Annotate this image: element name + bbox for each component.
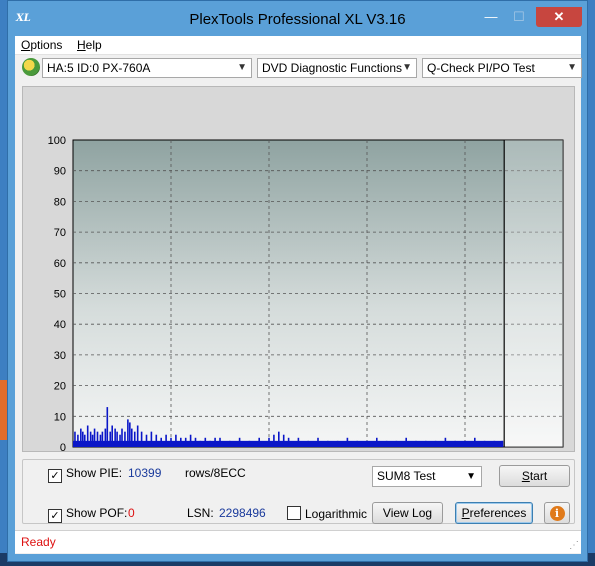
drive-disc-icon <box>22 58 40 76</box>
y-tick-label: 70 <box>54 227 66 239</box>
y-tick-label: 100 <box>48 135 66 147</box>
lsn-label: LSN: <box>187 506 214 520</box>
menu-help[interactable]: Help <box>77 38 102 52</box>
status-text: Ready <box>21 535 56 549</box>
chevron-down-icon: ▼ <box>237 62 247 73</box>
menu-options-label: ptions <box>30 38 63 52</box>
show-poe-check[interactable]: ✓ <box>48 509 62 523</box>
preferences-accel: P <box>461 506 470 520</box>
sum8-test-select[interactable]: SUM8 Test ▼ <box>372 466 482 487</box>
logarithmic-checkbox[interactable]: Logarithmic <box>287 506 367 521</box>
status-bar: Ready ⋰ <box>15 530 581 553</box>
app-window: XL PlexTools Professional XL V3.16 — ☐ ✕… <box>7 0 588 562</box>
info-button[interactable]: i <box>544 502 570 524</box>
chart-frame: 0102030405060708090100012345 <box>22 86 575 452</box>
start-accel: S <box>521 469 530 483</box>
view-log-button[interactable]: View Log <box>372 502 443 524</box>
function-select-value: DVD Diagnostic Functions <box>262 61 403 75</box>
drive-select-value: HA:5 ID:0 PX-760A <box>47 61 151 75</box>
drive-select[interactable]: HA:5 ID:0 PX-760A ▼ <box>42 58 252 78</box>
menu-options[interactable]: Options <box>21 38 62 52</box>
show-pie-label: Show PIE: <box>66 466 123 480</box>
close-button[interactable]: ✕ <box>536 7 582 27</box>
title-bar[interactable]: XL PlexTools Professional XL V3.16 — ☐ ✕ <box>8 1 587 37</box>
start-label: tart <box>529 469 548 483</box>
menu-help-accel: H <box>77 38 86 52</box>
maximize-button[interactable]: ☐ <box>506 7 532 27</box>
show-pie-check[interactable]: ✓ <box>48 469 62 483</box>
function-select[interactable]: DVD Diagnostic Functions ▼ <box>257 58 417 78</box>
preferences-label: references <box>469 506 527 520</box>
show-poe-label: Show POF: <box>66 506 128 520</box>
test-select[interactable]: Q-Check PI/PO Test ▼ <box>422 58 582 78</box>
y-tick-label: 40 <box>54 319 66 331</box>
logarithmic-label: Logarithmic <box>305 507 368 521</box>
y-tick-label: 60 <box>54 258 66 270</box>
y-tick-label: 80 <box>54 196 66 208</box>
show-pie-checkbox[interactable]: ✓ Show PIE: <box>48 466 122 483</box>
logarithmic-check[interactable] <box>287 506 301 520</box>
y-tick-label: 50 <box>54 289 66 301</box>
client-area: Options Help HA:5 ID:0 PX-760A ▼ DVD Dia… <box>15 36 582 554</box>
preferences-button[interactable]: Preferences <box>455 502 533 524</box>
start-button[interactable]: Start <box>499 465 570 487</box>
menu-options-accel: O <box>21 38 31 52</box>
pi-po-chart: 0102030405060708090100012345 <box>48 135 564 451</box>
show-poe-checkbox[interactable]: ✓ Show POF: <box>48 506 127 523</box>
resize-grip-icon[interactable]: ⋰ <box>569 540 579 551</box>
pie-unit: rows/8ECC <box>185 466 246 480</box>
unused-area <box>504 140 563 447</box>
chevron-down-icon: ▼ <box>466 471 476 482</box>
poe-value: 0 <box>128 506 135 520</box>
sum8-test-value: SUM8 Test <box>377 469 436 483</box>
menu-help-label: elp <box>85 38 102 52</box>
y-tick-label: 90 <box>54 166 66 178</box>
info-icon: i <box>549 506 565 521</box>
pi-base-band <box>72 440 504 447</box>
y-tick-label: 10 <box>54 411 66 423</box>
pie-value: 10399 <box>128 466 162 480</box>
chevron-down-icon: ▼ <box>567 62 577 73</box>
test-select-value: Q-Check PI/PO Test <box>427 61 535 75</box>
y-tick-label: 20 <box>54 381 66 393</box>
lsn-value: 2298496 <box>219 506 266 520</box>
menu-bar: Options Help <box>15 36 581 55</box>
y-tick-label: 0 <box>60 442 66 451</box>
chevron-down-icon: ▼ <box>402 62 412 73</box>
y-tick-label: 30 <box>54 350 66 362</box>
minimize-button[interactable]: — <box>478 7 504 27</box>
